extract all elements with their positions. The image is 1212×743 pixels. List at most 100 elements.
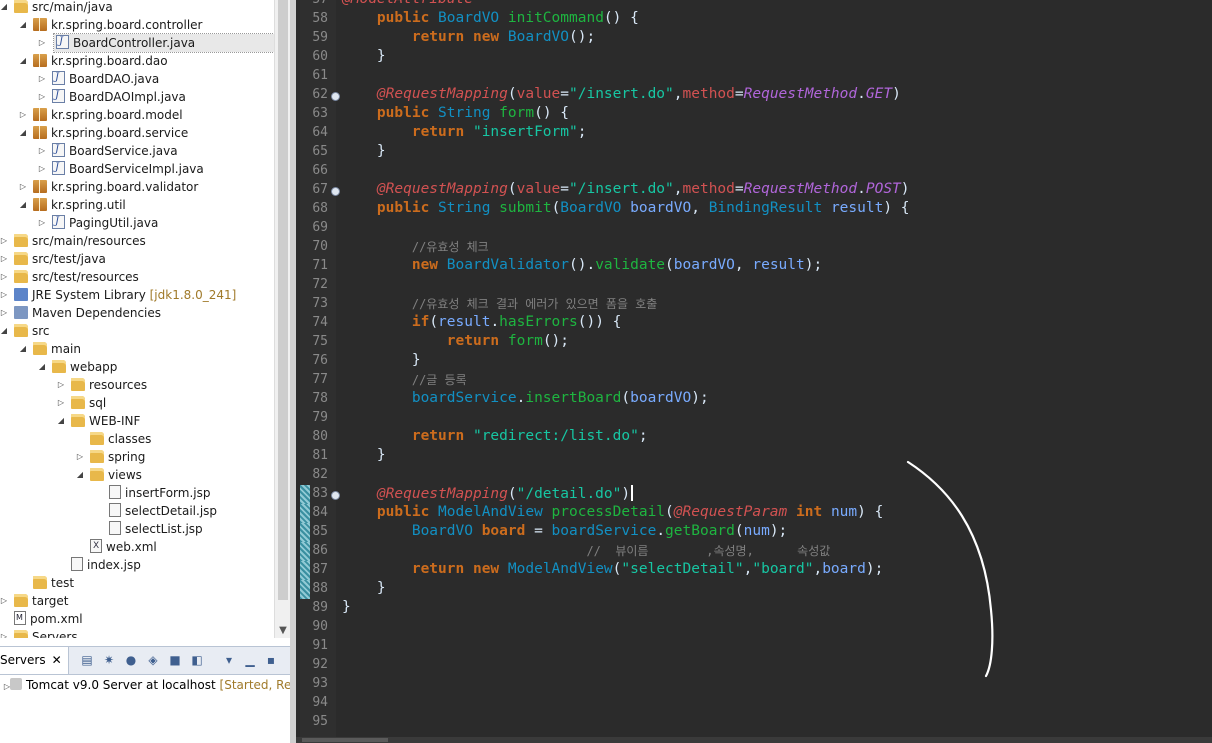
chevron-right-icon[interactable]: ▷ <box>55 394 67 412</box>
tree-item[interactable]: ▷ JRE System Library [jdk1.8.0_241] <box>0 286 236 304</box>
fold-toggle-icon[interactable] <box>331 187 340 196</box>
tree-item[interactable]: ◢ main <box>0 340 81 358</box>
chevron-down-icon[interactable]: ◢ <box>0 0 10 16</box>
code-line[interactable]: } <box>342 143 386 159</box>
chevron-down-icon[interactable]: ◢ <box>17 340 29 358</box>
chevron-down-icon[interactable]: ◢ <box>17 52 29 70</box>
code-line[interactable]: } <box>342 580 386 596</box>
package-explorer-scrollbar[interactable]: ▼ <box>274 0 291 638</box>
code-line[interactable]: boardService.insertBoard(boardVO); <box>342 390 709 406</box>
tree-item[interactable]: ◢ src <box>0 322 50 340</box>
chevron-right-icon[interactable]: ▷ <box>0 286 10 304</box>
profile-icon[interactable]: ◈ <box>146 653 160 667</box>
code-line[interactable]: BoardVO board = boardService.getBoard(nu… <box>342 523 787 539</box>
tree-item[interactable]: ▷ target <box>0 592 69 610</box>
chevron-right-icon[interactable]: ▷ <box>0 628 10 638</box>
tree-item[interactable]: ◢ kr.spring.board.controller <box>0 16 202 34</box>
tree-item[interactable]: ◢ kr.spring.board.dao <box>0 52 168 70</box>
code-line[interactable]: } <box>342 599 351 615</box>
tree-item[interactable]: ▷ BoardDAO.java <box>0 69 159 88</box>
tree-item[interactable]: ▷ BoardController.java <box>39 33 274 53</box>
close-icon[interactable]: ✕ <box>52 653 62 667</box>
code-line[interactable]: @RequestMapping(value="/insert.do",metho… <box>342 86 901 102</box>
view-menu-icon[interactable]: ▾ <box>222 653 236 667</box>
chevron-down-icon[interactable]: ◢ <box>74 466 86 484</box>
code-line[interactable]: public String form() { <box>342 105 569 121</box>
tree-item[interactable]: ◢ views <box>0 466 142 484</box>
code-line[interactable]: return "redirect:/list.do"; <box>342 428 648 444</box>
code-line[interactable]: return new BoardVO(); <box>342 29 595 45</box>
publish-icon[interactable]: ◧ <box>190 653 204 667</box>
tree-item[interactable]: classes <box>0 430 151 448</box>
collapse-all-icon[interactable]: ▤ <box>80 653 94 667</box>
code-line[interactable]: //글 등록 <box>342 371 467 388</box>
editor-horizontal-scrollbar[interactable] <box>296 737 1212 743</box>
tree-item[interactable]: ▷ src/test/java <box>0 250 106 268</box>
code-line[interactable]: } <box>342 48 386 64</box>
fold-toggle-icon[interactable] <box>331 491 340 500</box>
code-line[interactable]: //유효성 체크 <box>342 238 489 255</box>
chevron-right-icon[interactable]: ▷ <box>36 142 48 160</box>
tree-item[interactable]: ▷ src/main/resources <box>0 232 146 250</box>
chevron-down-icon[interactable]: ◢ <box>17 16 29 34</box>
tab-servers[interactable]: Servers ✕ <box>0 647 69 674</box>
chevron-right-icon[interactable]: ▷ <box>36 88 48 106</box>
tree-item[interactable]: selectDetail.jsp <box>0 502 217 520</box>
chevron-right-icon[interactable]: ▷ <box>55 376 67 394</box>
tree-item[interactable]: ▷ resources <box>0 376 147 394</box>
debug-icon[interactable]: ✷ <box>102 653 116 667</box>
chevron-right-icon[interactable]: ▷ <box>36 70 48 88</box>
tree-item[interactable]: ▷ BoardService.java <box>0 141 178 160</box>
start-server-icon[interactable]: ● <box>124 653 138 667</box>
tree-item[interactable]: web.xml <box>0 537 157 556</box>
code-line[interactable]: public BoardVO initCommand() { <box>342 10 639 26</box>
code-line[interactable]: if(result.hasErrors()) { <box>342 314 622 330</box>
tree-item[interactable]: ▷ PagingUtil.java <box>0 213 158 232</box>
tree-item[interactable]: ▷ kr.spring.board.model <box>0 106 183 124</box>
code-line[interactable]: new BoardValidator().validate(boardVO, r… <box>342 257 822 273</box>
tree-item[interactable]: pom.xml <box>0 609 83 628</box>
minimize-icon[interactable]: ▁ <box>243 653 257 667</box>
chevron-down-icon[interactable]: ◢ <box>17 196 29 214</box>
tree-item[interactable]: selectList.jsp <box>0 520 203 538</box>
chevron-right-icon[interactable]: ▷ <box>74 448 86 466</box>
code-line[interactable]: @RequestMapping("/detail.do") <box>342 485 634 502</box>
chevron-right-icon[interactable]: ▷ <box>36 34 48 52</box>
tree-item[interactable]: ◢ WEB-INF <box>0 412 140 430</box>
chevron-down-icon[interactable]: ◢ <box>36 358 48 376</box>
chevron-down-icon[interactable]: ◢ <box>17 124 29 142</box>
maximize-icon[interactable]: ▪ <box>264 653 278 667</box>
tree-item[interactable]: index.jsp <box>0 556 141 574</box>
tree-item[interactable]: ▷ src/test/resources <box>0 268 139 286</box>
code-line[interactable]: public ModelAndView processDetail(@Reque… <box>342 504 883 520</box>
chevron-right-icon[interactable]: ▷ <box>0 232 10 250</box>
code-line[interactable]: return "insertForm"; <box>342 124 587 140</box>
tree-item[interactable]: ▷ Maven Dependencies <box>0 304 161 322</box>
code-line[interactable]: } <box>342 447 386 463</box>
tree-item[interactable]: ▷ sql <box>0 394 106 412</box>
scrollbar-thumb[interactable] <box>278 0 288 600</box>
chevron-right-icon[interactable]: ▷ <box>0 304 10 322</box>
chevron-right-icon[interactable]: ▷ <box>17 106 29 124</box>
tree-item[interactable]: ▷ spring <box>0 448 145 466</box>
tree-item[interactable]: ▷ kr.spring.board.validator <box>0 178 198 196</box>
code-line[interactable]: return form(); <box>342 333 569 349</box>
chevron-down-icon[interactable]: ◢ <box>55 412 67 430</box>
code-editor[interactable]: 57 @ModelAttribute 58 public BoardVO initC… <box>296 0 1212 743</box>
code-line[interactable]: @ModelAttribute <box>342 0 473 7</box>
chevron-right-icon[interactable]: ▷ <box>36 160 48 178</box>
tree-item[interactable]: ▷ BoardServiceImpl.java <box>0 159 204 178</box>
fold-toggle-icon[interactable] <box>331 92 340 101</box>
code-line[interactable]: // 뷰이름 ,속성명, 속성값 <box>342 542 830 559</box>
chevron-right-icon[interactable]: ▷ <box>36 214 48 232</box>
tree-item[interactable]: ▷ BoardDAOImpl.java <box>0 87 186 106</box>
chevron-right-icon[interactable]: ▷ <box>2 678 12 696</box>
chevron-right-icon[interactable]: ▷ <box>0 250 10 268</box>
code-line[interactable]: public String submit(BoardVO boardVO, Bi… <box>342 200 910 216</box>
server-entry[interactable]: ▷ Tomcat v9.0 Server at localhost [Starte… <box>0 676 324 694</box>
stop-icon[interactable]: ■ <box>168 653 182 667</box>
chevron-down-icon[interactable]: ◢ <box>0 322 10 340</box>
tree-item[interactable]: insertForm.jsp <box>0 484 210 502</box>
chevron-right-icon[interactable]: ▷ <box>17 178 29 196</box>
code-line[interactable]: @RequestMapping(value="/insert.do",metho… <box>342 181 910 197</box>
